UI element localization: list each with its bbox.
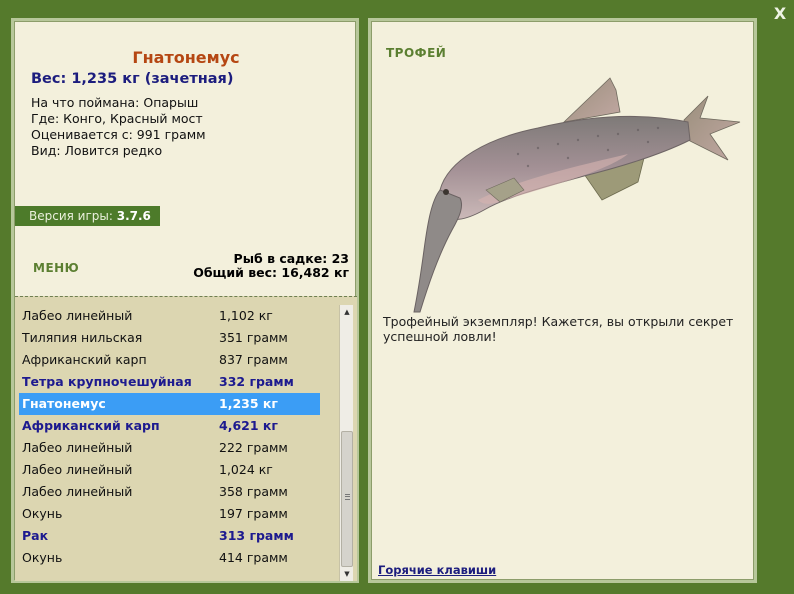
list-item[interactable]: Тетра крупночешуйная 332 грамм (19, 371, 320, 393)
scroll-grip-icon (345, 494, 350, 500)
trophy-panel-inner: ТРОФЕЙ Трофейный экземпляр! Кажется, вы … (371, 21, 754, 580)
catch-info-panel-inner: Гнатонемус Вес: 1,235 кг (зачетная) На ч… (14, 21, 357, 581)
fish-weight: Вес: 1,235 кг (зачетная) (31, 71, 234, 87)
tail-fin (683, 95, 741, 161)
list-item-weight: 351 грамм (219, 330, 288, 345)
list-item[interactable]: Окунь 197 грамм (19, 503, 320, 525)
trophy-panel: ТРОФЕЙ Трофейный экземпляр! Кажется, вы … (368, 18, 757, 583)
hotkeys-link[interactable]: Горячие клавиши (378, 563, 496, 577)
scroll-down-arrow-icon[interactable]: ▼ (340, 567, 354, 581)
fish-name: Гнатонемус (132, 48, 240, 67)
gnathonemus-fish-image (413, 77, 741, 313)
list-item-weight: 332 грамм (219, 374, 294, 389)
list-item-name: Лабео линейный (22, 308, 133, 323)
version-bar: Версия игры: 3.7.6 (15, 206, 160, 226)
close-icon: X (773, 4, 787, 23)
list-item-name: Окунь (22, 506, 63, 521)
list-item-name: Африканский карп (22, 352, 147, 367)
dorsal-fin (562, 77, 621, 123)
fish-count: Рыб в садке: 23 (233, 251, 349, 266)
total-weight: Общий вес: 16,482 кг (193, 265, 349, 280)
scroll-thumb[interactable] (341, 431, 353, 567)
valued-info: Оценивается с: 991 грамм (31, 127, 206, 142)
list-item-weight: 1,024 кг (219, 462, 273, 477)
list-item-weight: 358 грамм (219, 484, 288, 499)
list-item-name: Лабео линейный (22, 440, 133, 455)
list-item[interactable]: Рак 313 грамм (19, 525, 320, 547)
fish-body (439, 115, 691, 220)
scroll-up-arrow-icon[interactable]: ▲ (340, 305, 354, 319)
location-info: Где: Конго, Красный мост (31, 111, 203, 126)
close-button[interactable]: X (770, 4, 790, 24)
list-item-weight: 1,102 кг (219, 308, 273, 323)
list-item-weight: 313 грамм (219, 528, 294, 543)
version-label: Версия игры: (29, 209, 113, 223)
bait-info: На что поймана: Опарыш (31, 95, 199, 110)
fish-snout (413, 189, 463, 313)
trophy-message: Трофейный экземпляр! Кажется, вы открыли… (383, 314, 734, 344)
keepnet-stats: Рыб в садке: 23 Общий вес: 16,482 кг (193, 252, 349, 280)
fish-eye (443, 189, 449, 195)
list-item[interactable]: Лабео линейный 1,024 кг (19, 459, 320, 481)
catch-list-rows: Лабео линейный 1,102 кг Тиляпия нильская 35… (19, 305, 320, 569)
list-item-weight: 4,621 кг (219, 418, 278, 433)
catch-info-panel: Гнатонемус Вес: 1,235 кг (зачетная) На ч… (11, 18, 359, 583)
list-item[interactable]: Тиляпия нильская 351 грамм (19, 327, 320, 349)
list-item-name: Тетра крупночешуйная (22, 374, 192, 389)
rarity-info: Вид: Ловится редко (31, 143, 163, 158)
list-item-name: Лабео линейный (22, 462, 133, 477)
list-item[interactable]: Гнатонемус 1,235 кг (19, 393, 320, 415)
list-scrollbar[interactable]: ▲ ▼ (339, 305, 353, 581)
list-item-weight: 197 грамм (219, 506, 288, 521)
list-item-weight: 414 грамм (219, 550, 288, 565)
list-item[interactable]: Африканский карп 4,621 кг (19, 415, 320, 437)
list-item-name: Рак (22, 528, 49, 543)
list-item[interactable]: Лабео линейный 1,102 кг (19, 305, 320, 327)
list-item-name: Африканский карп (22, 418, 160, 433)
list-item-weight: 222 грамм (219, 440, 288, 455)
version-value: 3.7.6 (116, 209, 151, 223)
menu-button[interactable]: МЕНЮ (33, 261, 79, 275)
list-item-name: Гнатонемус (22, 396, 106, 411)
list-item-name: Тиляпия нильская (22, 330, 143, 345)
list-item-name: Окунь (22, 550, 63, 565)
list-item[interactable]: Окунь 414 грамм (19, 547, 320, 569)
catch-list: Лабео линейный 1,102 кг Тиляпия нильская 35… (15, 296, 357, 581)
list-item[interactable]: Лабео линейный 222 грамм (19, 437, 320, 459)
list-item-weight: 1,235 кг (219, 396, 278, 411)
list-item-weight: 837 грамм (219, 352, 288, 367)
list-item[interactable]: Лабео линейный 358 грамм (19, 481, 320, 503)
list-item-name: Лабео линейный (22, 484, 133, 499)
list-item[interactable]: Африканский карп 837 грамм (19, 349, 320, 371)
